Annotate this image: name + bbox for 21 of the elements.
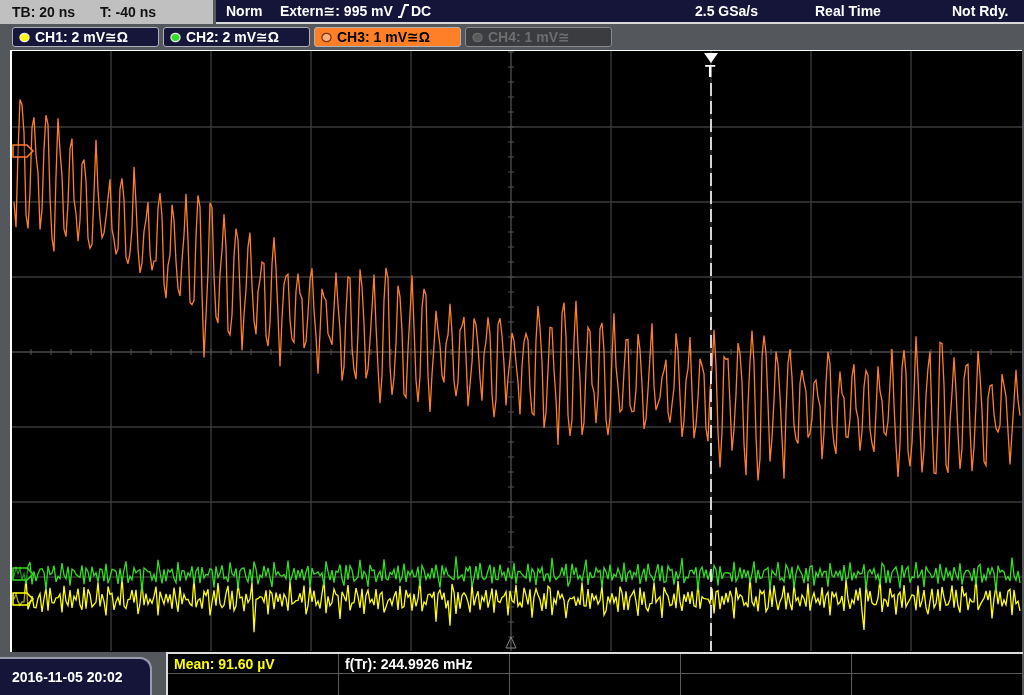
channel-dot-icon	[472, 31, 483, 43]
trigger-coupling-readout: DC	[410, 3, 432, 19]
trigger-offset-readout: T: -40 ns	[100, 4, 156, 20]
measurement-readout: f(Tr): 244.9926 mHz	[345, 655, 473, 672]
channel-dot-icon	[321, 31, 332, 43]
sample-rate-readout: 2.5 GSa/s	[695, 3, 760, 19]
acquisition-mode-readout: Real Time	[815, 3, 882, 19]
trigger-label: T	[705, 62, 716, 81]
channel-button[interactable]: CH3: 1 mV≅Ω	[314, 27, 461, 47]
trigger-mode-readout: Norm	[226, 3, 264, 19]
channel-button[interactable]: CH2: 2 mV≅Ω	[163, 27, 310, 47]
date-time-readout: 2016-11-05 20:02	[0, 657, 152, 695]
trigger-source-readout: Extern≅: 995 mV	[280, 3, 393, 19]
offset-marker-icon[interactable]	[12, 144, 35, 158]
trigger-marker-icon[interactable]	[704, 53, 718, 63]
measurement-readout: Mean: 91.60 µV	[174, 655, 275, 672]
timebase-readout: TB: 20 ns	[12, 4, 76, 20]
triangle-marker-icon[interactable]	[505, 636, 517, 649]
offset-marker-icon[interactable]	[12, 567, 35, 581]
status-readout: Not Rdy.	[952, 3, 1010, 19]
channel-button[interactable]: CH1: 2 mV≅Ω	[12, 27, 159, 47]
